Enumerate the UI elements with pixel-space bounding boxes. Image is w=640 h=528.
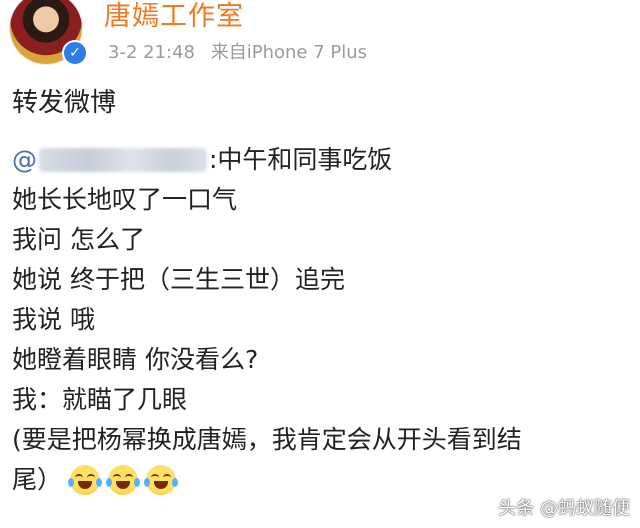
watermark: 头条 @蚂蚁随便 [498,498,630,519]
mention-at[interactable]: @ [12,140,37,180]
weibo-post: ✓ 唐嫣工作室 3-2 21:48 来自iPhone 7 Plus 转发微博 @… [0,0,640,528]
post-meta: 3-2 21:48 来自iPhone 7 Plus [108,38,367,64]
content-line: (要是把杨幂换成唐嫣，我肯定会从开头看到结 [12,425,522,454]
laughing-crying-emoji-icon [106,465,141,495]
verified-check-icon: ✓ [62,40,88,66]
blurred-username[interactable] [39,148,207,172]
content-line: 我说 哦 [12,305,95,334]
username[interactable]: 唐嫣工作室 [104,0,244,33]
post-source: 来自iPhone 7 Plus [210,42,368,63]
mention-text: :中午和同事吃饭 [209,145,393,174]
content-line: 我：就瞄了几眼 [12,385,188,414]
repost-label: 转发微博 [12,88,117,118]
mention-line: @ :中午和同事吃饭 [12,140,632,180]
content-line: 她说 终于把（三生三世）追完 [12,265,345,294]
post-header: ✓ 唐嫣工作室 3-2 21:48 来自iPhone 7 Plus [0,0,640,70]
content-line: 尾） [12,465,63,494]
laughing-crying-emoji-icon [144,465,179,495]
content-line: 我问 怎么了 [12,225,145,254]
content-line: 她长长地叹了一口气 [12,185,238,214]
content-line: 她瞪着眼睛 你没看么? [12,345,259,374]
laughing-crying-emoji-icon [68,465,103,495]
post-content: @ :中午和同事吃饭 她长长地叹了一口气 我问 怎么了 她说 终于把（三生三世）… [12,140,632,500]
post-timestamp: 3-2 21:48 [108,42,195,63]
